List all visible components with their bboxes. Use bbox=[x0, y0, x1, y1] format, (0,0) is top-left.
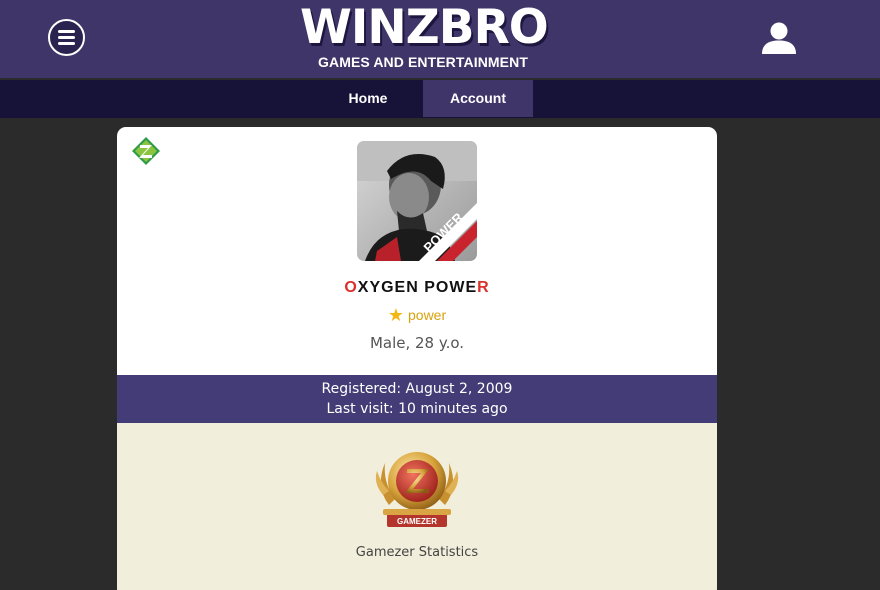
gamezer-badge-icon[interactable]: GAMEZER bbox=[369, 443, 465, 535]
profile-name: OXYGEN POWER bbox=[117, 279, 717, 297]
stats-section: GAMEZER Gamezer Statistics bbox=[117, 423, 717, 590]
profile-info: Male, 28 y.o. bbox=[369, 334, 465, 352]
logo-subtitle: GAMES AND ENTERTAINMENT bbox=[318, 54, 528, 70]
nav-home[interactable]: Home bbox=[313, 80, 423, 117]
avatar-image: POWER bbox=[357, 141, 477, 261]
stats-label[interactable]: Gamezer Statistics bbox=[117, 545, 717, 560]
badge-text: GAMEZER bbox=[397, 517, 437, 526]
profile-card: POWER OXYGEN POWER ★ power Male, 28 y.o. … bbox=[117, 127, 717, 590]
registration-band: Registered: August 2, 2009 Last visit: 1… bbox=[117, 375, 717, 423]
registered-date: Registered: August 2, 2009 bbox=[321, 381, 513, 397]
user-icon[interactable] bbox=[761, 20, 797, 56]
profile-status: ★ power bbox=[117, 305, 717, 326]
profile-name-mid: XYGEN POWE bbox=[357, 279, 478, 296]
logo-title: WINZBRO bbox=[300, 0, 549, 55]
avatar[interactable]: POWER bbox=[357, 141, 477, 261]
star-icon: ★ bbox=[387, 305, 404, 325]
hamburger-menu-icon[interactable] bbox=[48, 19, 85, 56]
profile-name-last: R bbox=[477, 279, 490, 296]
nav-account[interactable]: Account bbox=[423, 80, 533, 117]
profile-status-text: power bbox=[408, 307, 447, 323]
main-nav: Home Account bbox=[0, 80, 880, 118]
site-logo[interactable]: WINZBRO GAMES AND ENTERTAINMENT bbox=[300, 0, 549, 71]
profile-name-first: O bbox=[344, 279, 358, 296]
gamezer-z-logo-icon[interactable] bbox=[131, 136, 161, 166]
last-visit: Last visit: 10 minutes ago bbox=[326, 401, 508, 417]
top-header: WINZBRO GAMES AND ENTERTAINMENT bbox=[0, 0, 880, 78]
